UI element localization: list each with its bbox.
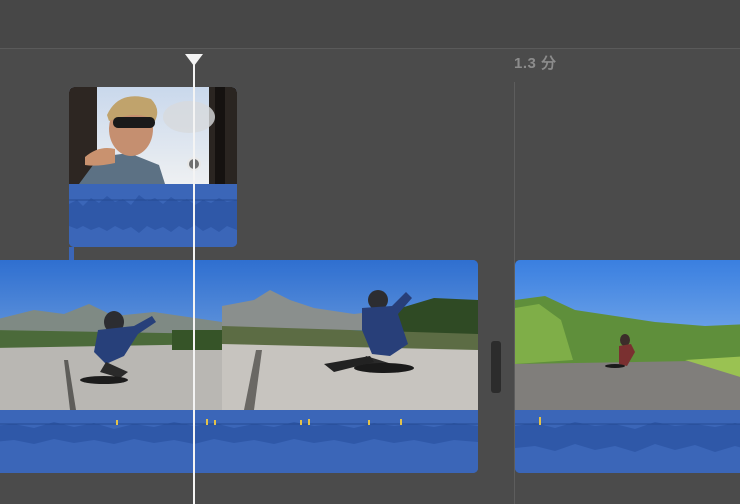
playhead-triangle-icon[interactable] <box>185 54 203 66</box>
skate-clip-a[interactable] <box>0 260 478 473</box>
skate-clip-a-audio-waveform <box>0 410 478 473</box>
playhead-line[interactable] <box>193 60 195 504</box>
toolbar-strip <box>0 0 740 49</box>
connected-clip-thumbnail <box>69 87 237 184</box>
skate-clip-b-thumbnail <box>515 260 740 410</box>
connected-clip-audio-waveform <box>69 184 237 247</box>
skate-clip-b-audio-waveform <box>515 410 740 473</box>
skate-clip-a-thumbnails <box>0 260 478 410</box>
time-marker-label: 1.3 分 <box>514 55 557 72</box>
connected-clip[interactable] <box>69 87 237 247</box>
trim-handle-icon[interactable] <box>491 341 501 393</box>
skate-clip-b[interactable] <box>515 260 740 473</box>
